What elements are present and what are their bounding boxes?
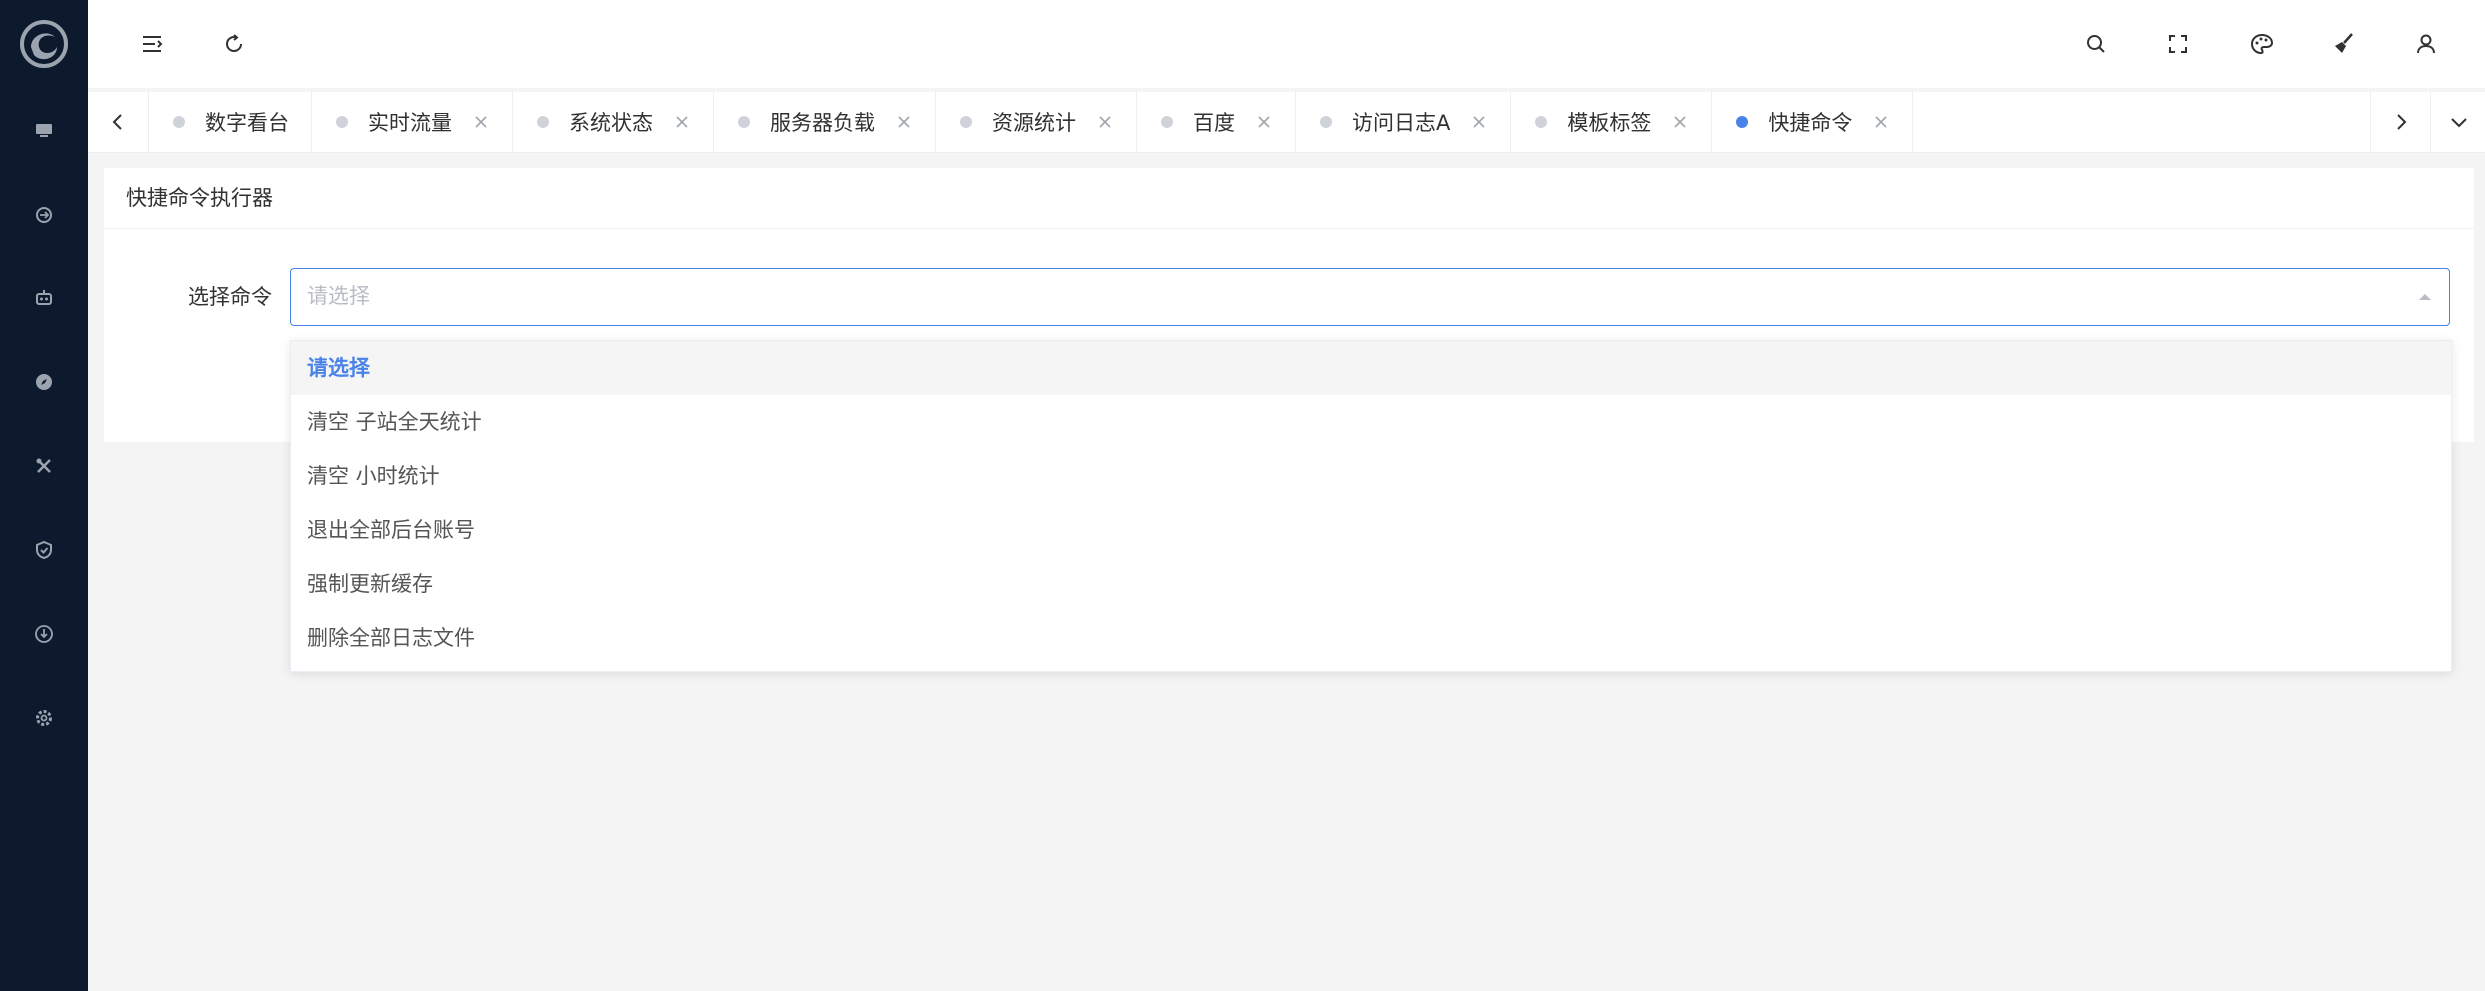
tab-label: 资源统计 bbox=[992, 111, 1076, 135]
tab-status-dot bbox=[738, 116, 750, 128]
tabs-more-button[interactable] bbox=[2430, 92, 2485, 152]
tab-status-dot bbox=[1535, 116, 1548, 128]
caret-up-icon bbox=[2419, 294, 2431, 300]
tab-5[interactable]: 百度 bbox=[1137, 92, 1296, 152]
user-button[interactable] bbox=[2402, 20, 2450, 68]
sidebar-item-compass[interactable] bbox=[0, 352, 88, 412]
swirl-logo-icon[interactable] bbox=[0, 0, 88, 88]
close-icon[interactable] bbox=[1872, 113, 1890, 131]
tabs-scroll-right-button[interactable] bbox=[2370, 92, 2431, 152]
tab-6[interactable]: 访问日志A bbox=[1296, 92, 1512, 152]
tabs-scroll-left-button[interactable] bbox=[88, 92, 149, 152]
chevron-right-icon bbox=[2397, 114, 2407, 130]
tab-label: 百度 bbox=[1193, 111, 1235, 135]
sidebar-item-tools[interactable] bbox=[0, 436, 88, 496]
compass-icon bbox=[36, 374, 52, 390]
close-icon[interactable] bbox=[1671, 113, 1689, 131]
dropdown-option[interactable]: 退出全部后台账号 bbox=[291, 503, 2451, 557]
search-button[interactable] bbox=[2072, 20, 2120, 68]
tab-status-dot bbox=[173, 116, 185, 128]
sidebar-item-download[interactable] bbox=[0, 604, 88, 664]
menu-fold-icon bbox=[143, 36, 163, 52]
dropdown-option[interactable]: 清空 子站全天统计 bbox=[291, 395, 2451, 449]
tabs-list: 数字看台 实时流量 系统状态 服务器负载 资源统计 百度 访问日志A 模板标签 快捷命令 bbox=[149, 92, 1914, 152]
command-select-label: 选择命令 bbox=[188, 285, 272, 309]
robot-icon bbox=[36, 290, 52, 305]
sidebar bbox=[0, 0, 88, 991]
download-icon bbox=[35, 625, 53, 643]
close-icon[interactable] bbox=[1096, 113, 1114, 131]
command-select[interactable]: 请选择 bbox=[290, 268, 2450, 326]
tab-label: 实时流量 bbox=[368, 111, 452, 135]
gear-icon bbox=[36, 710, 52, 726]
tab-7[interactable]: 模板标签 bbox=[1511, 92, 1713, 152]
monitor-icon bbox=[36, 124, 52, 137]
chevron-down-icon bbox=[2450, 118, 2467, 128]
tab-4[interactable]: 资源统计 bbox=[936, 92, 1137, 152]
close-icon[interactable] bbox=[472, 113, 490, 131]
tab-status-dot bbox=[1161, 116, 1173, 128]
sidebar-item-exchange[interactable] bbox=[0, 185, 88, 245]
shield-check-icon bbox=[36, 540, 52, 560]
top-header bbox=[88, 0, 2485, 88]
tab-status-dot bbox=[336, 116, 348, 128]
tab-label: 系统状态 bbox=[569, 111, 653, 135]
dropdown-option[interactable]: 删除全部日志文件 bbox=[291, 611, 2451, 665]
close-icon[interactable] bbox=[1470, 113, 1488, 131]
dropdown-option[interactable]: 请选择 bbox=[291, 341, 2451, 395]
tab-3[interactable]: 服务器负载 bbox=[714, 92, 936, 152]
card-divider bbox=[104, 228, 2474, 229]
palette-icon bbox=[2250, 33, 2274, 55]
close-icon[interactable] bbox=[895, 113, 913, 131]
refresh-button[interactable] bbox=[210, 20, 258, 68]
search-icon bbox=[2087, 35, 2105, 53]
tab-8[interactable]: 快捷命令 bbox=[1712, 92, 1914, 152]
clean-cache-button[interactable] bbox=[2320, 20, 2368, 68]
tools-icon bbox=[36, 458, 51, 473]
tab-0[interactable]: 数字看台 bbox=[149, 92, 312, 152]
tab-label: 数字看台 bbox=[205, 111, 289, 135]
tab-1[interactable]: 实时流量 bbox=[312, 92, 513, 152]
dropdown-option[interactable]: 强制更新缓存 bbox=[291, 557, 2451, 611]
card-title: 快捷命令执行器 bbox=[126, 186, 273, 210]
menu-fold-button[interactable] bbox=[128, 20, 176, 68]
command-select-placeholder: 请选择 bbox=[307, 284, 370, 308]
tab-2[interactable]: 系统状态 bbox=[513, 92, 714, 152]
dropdown-option[interactable]: 清空 小时统计 bbox=[291, 449, 2451, 503]
sidebar-item-robot[interactable] bbox=[0, 268, 88, 328]
tab-label: 访问日志A bbox=[1352, 111, 1451, 135]
tab-status-dot bbox=[1736, 116, 1749, 128]
tabs-bar: 数字看台 实时流量 系统状态 服务器负载 资源统计 百度 访问日志A 模板标签 快捷命令 bbox=[88, 92, 2485, 153]
tab-status-dot bbox=[1320, 116, 1332, 128]
theme-button[interactable] bbox=[2238, 20, 2286, 68]
sidebar-item-settings[interactable] bbox=[0, 688, 88, 748]
sidebar-item-monitor[interactable] bbox=[0, 100, 88, 160]
refresh-icon bbox=[226, 34, 242, 52]
user-icon bbox=[2417, 34, 2435, 54]
exchange-icon bbox=[36, 207, 52, 223]
chevron-left-icon bbox=[112, 114, 122, 130]
close-icon[interactable] bbox=[1255, 113, 1273, 131]
tab-status-dot bbox=[960, 116, 972, 128]
fullscreen-button[interactable] bbox=[2154, 20, 2202, 68]
command-dropdown: 请选择 清空 子站全天统计 清空 小时统计 退出全部后台账号 强制更新缓存 删除全部日志文… bbox=[290, 340, 2452, 672]
tab-status-dot bbox=[537, 116, 549, 128]
fullscreen-icon bbox=[2169, 35, 2187, 53]
close-icon[interactable] bbox=[673, 113, 691, 131]
tab-label: 模板标签 bbox=[1567, 111, 1652, 135]
sidebar-item-security[interactable] bbox=[0, 520, 88, 580]
tab-label: 服务器负载 bbox=[770, 111, 875, 135]
tab-label: 快捷命令 bbox=[1768, 111, 1853, 135]
brush-icon bbox=[2335, 33, 2353, 53]
